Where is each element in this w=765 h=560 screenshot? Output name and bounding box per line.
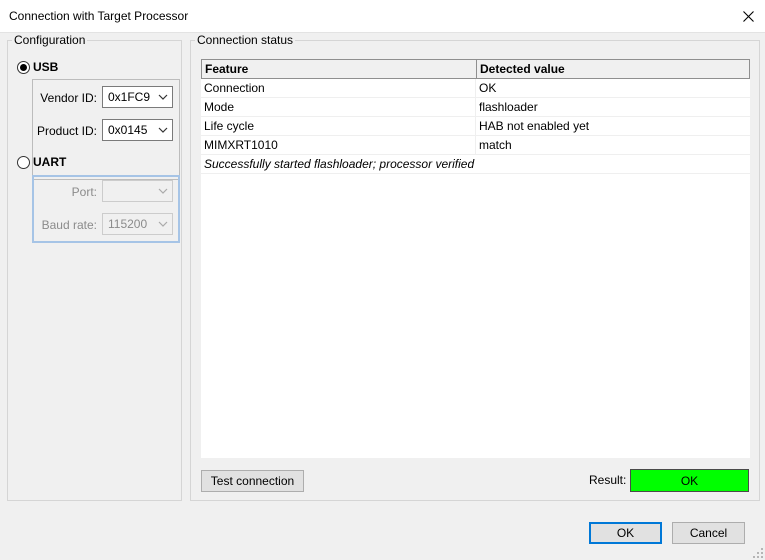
- vendor-id-select[interactable]: 0x1FC9: [102, 86, 173, 108]
- column-header-detected-value[interactable]: Detected value: [476, 60, 749, 78]
- value-cell: HAB not enabled yet: [475, 117, 750, 136]
- feature-cell: Connection: [204, 81, 265, 95]
- baud-rate-value: 115200: [108, 217, 148, 231]
- port-label: Port:: [71, 185, 97, 199]
- uart-radio[interactable]: UART: [17, 155, 66, 169]
- value-cell: OK: [475, 79, 750, 98]
- status-table: Feature Detected value Connection OK Mod…: [201, 59, 750, 458]
- product-id-value: 0x0145: [108, 123, 148, 137]
- vendor-id-value: 0x1FC9: [108, 90, 151, 104]
- table-row[interactable]: Connection OK: [201, 79, 750, 98]
- value-cell: match: [475, 136, 750, 155]
- result-value: OK: [630, 469, 749, 492]
- table-header: Feature Detected value: [201, 59, 750, 79]
- product-id-select[interactable]: 0x0145: [102, 119, 173, 141]
- uart-radio-label: UART: [33, 155, 67, 169]
- feature-cell: Mode: [204, 100, 235, 114]
- status-note: Successfully started flashloader; proces…: [204, 157, 475, 171]
- result-label: Result:: [589, 473, 627, 487]
- title-bar: Connection with Target Processor: [0, 0, 765, 33]
- chevron-down-icon: [158, 94, 168, 100]
- baud-rate-label: Baud rate:: [41, 218, 97, 232]
- feature-cell: MIMXRT1010: [204, 138, 278, 152]
- product-id-label: Product ID:: [36, 124, 97, 138]
- configuration-legend: Configuration: [14, 33, 86, 47]
- table-row[interactable]: Life cycle HAB not enabled yet: [201, 117, 750, 136]
- column-header-feature[interactable]: Feature: [202, 60, 476, 78]
- chevron-down-icon: [158, 188, 168, 194]
- ok-button[interactable]: OK: [589, 522, 662, 544]
- feature-cell: Life cycle: [204, 119, 255, 133]
- value-cell: flashloader: [475, 98, 750, 117]
- status-note-row[interactable]: Successfully started flashloader; proces…: [201, 155, 750, 174]
- uart-radio-indicator: [17, 155, 30, 169]
- usb-radio-label: USB: [33, 60, 59, 74]
- chevron-down-icon: [158, 127, 168, 133]
- dialog-client: Configuration USB Vendor ID: 0x1FC9 Prod…: [0, 33, 765, 560]
- close-icon: [742, 11, 754, 22]
- resize-grip-icon[interactable]: [753, 548, 763, 558]
- table-row[interactable]: MIMXRT1010 match: [201, 136, 750, 155]
- usb-radio-indicator: [17, 60, 30, 74]
- port-select: [102, 180, 173, 202]
- usb-radio[interactable]: USB: [17, 60, 58, 74]
- table-row[interactable]: Mode flashloader: [201, 98, 750, 117]
- close-button[interactable]: [731, 0, 765, 33]
- vendor-id-label: Vendor ID:: [40, 91, 97, 105]
- test-connection-button[interactable]: Test connection: [201, 470, 304, 492]
- chevron-down-icon: [158, 221, 168, 227]
- window-title: Connection with Target Processor: [9, 9, 189, 23]
- connection-status-legend: Connection status: [197, 33, 294, 47]
- cancel-button[interactable]: Cancel: [672, 522, 745, 544]
- baud-rate-select: 115200: [102, 213, 173, 235]
